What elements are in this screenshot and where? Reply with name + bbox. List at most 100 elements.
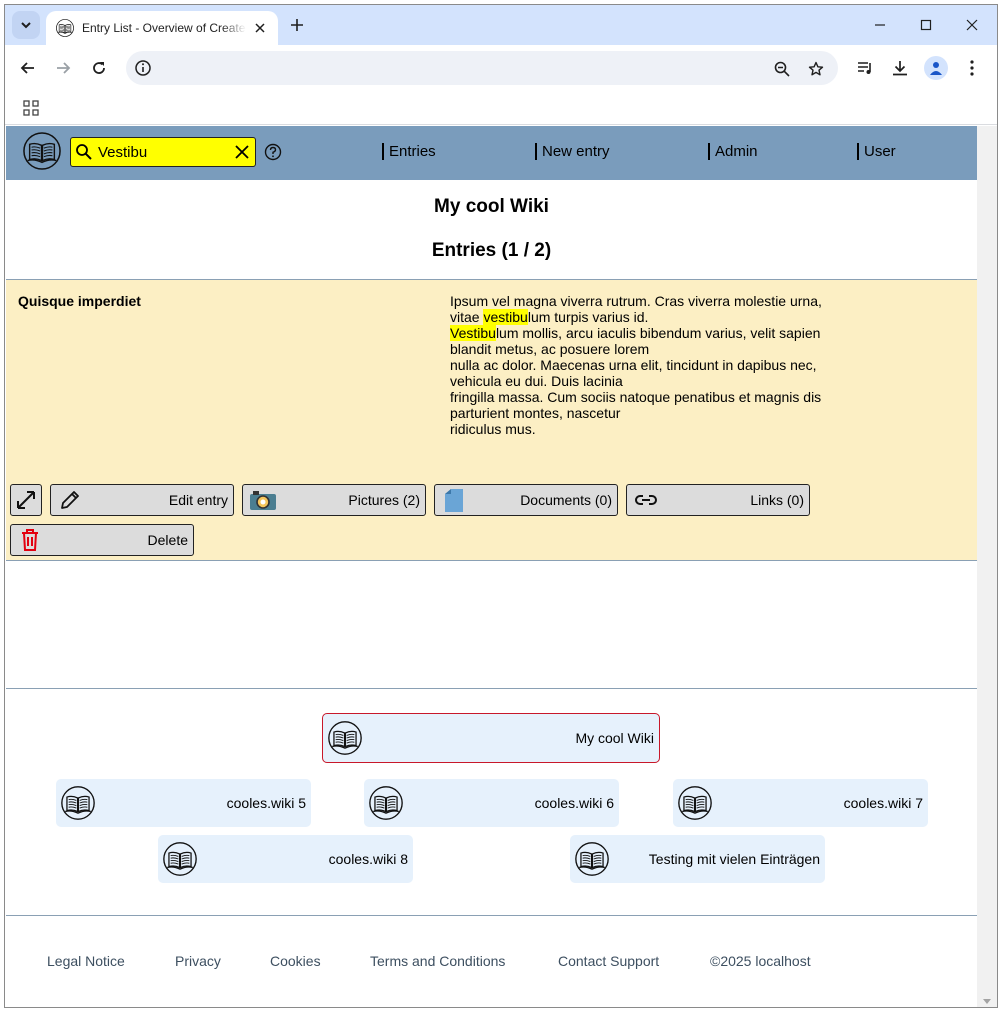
wiki-book-icon — [163, 842, 197, 876]
wiki-card[interactable]: cooles.wiki 5 — [56, 779, 311, 827]
back-button[interactable] — [13, 53, 43, 83]
page-scrollbar[interactable] — [977, 126, 997, 1007]
maximize-icon — [920, 19, 932, 31]
search-box — [70, 137, 256, 167]
minimize-button[interactable] — [857, 5, 903, 45]
site-info-icon[interactable] — [134, 59, 152, 77]
nav-entries[interactable]: Entries — [382, 143, 436, 160]
wiki-card[interactable]: cooles.wiki 6 — [364, 779, 619, 827]
delete-button[interactable]: Delete — [10, 524, 194, 556]
minimize-icon — [875, 24, 885, 26]
download-icon — [893, 61, 907, 76]
web-page: Entries New entry Admin User My cool Wik… — [6, 126, 977, 1007]
search-input[interactable] — [98, 142, 228, 162]
arrow-right-icon — [57, 62, 71, 74]
link-icon — [635, 495, 657, 505]
document-icon — [445, 489, 463, 512]
entry-card: Quisque imperdiet Ipsum vel magna viverr… — [6, 279, 977, 561]
pictures-button[interactable]: Pictures (2) — [242, 484, 426, 516]
downloads-button[interactable] — [888, 56, 912, 80]
new-tab-button[interactable] — [285, 13, 309, 37]
documents-label: Documents (0) — [520, 492, 612, 508]
wiki-book-icon — [61, 786, 95, 820]
app-header: Entries New entry Admin User — [6, 126, 977, 180]
entry-text-line: parturient montes, nascetur — [450, 405, 621, 421]
menu-button[interactable] — [960, 56, 984, 80]
help-icon[interactable] — [264, 143, 282, 161]
tab-title: Entry List - Overview of Created Entries — [82, 21, 246, 35]
entry-text-line: Ipsum vel magna viverra rutrum. Cras viv… — [450, 293, 822, 309]
wiki-favicon-icon — [56, 19, 74, 37]
pictures-label: Pictures (2) — [348, 492, 420, 508]
entry-text-line: Vestibulum mollis, arcu iaculis bibendum… — [450, 325, 821, 341]
delete-label: Delete — [147, 532, 188, 548]
footer-cookies[interactable]: Cookies — [270, 953, 321, 969]
nav-admin[interactable]: Admin — [708, 143, 758, 160]
nav-user[interactable]: User — [857, 143, 896, 160]
search-highlight: Vestibu — [450, 325, 496, 341]
edit-entry-button[interactable]: Edit entry — [50, 484, 234, 516]
maximize-button[interactable] — [903, 5, 949, 45]
wiki-card[interactable]: cooles.wiki 7 — [673, 779, 928, 827]
clear-search-icon[interactable] — [233, 143, 251, 161]
pencil-icon — [61, 491, 79, 509]
reading-list-button[interactable] — [853, 56, 877, 80]
wiki-title: My cool Wiki — [434, 196, 549, 217]
profile-avatar-icon — [930, 62, 942, 75]
bookmark-button[interactable] — [806, 59, 826, 79]
entry-text-line: vitae vestibulum turpis varius id. — [450, 309, 649, 325]
entry-text-line: vehicula eu dui. Duis lacinia — [450, 373, 623, 389]
tab-close-icon[interactable] — [252, 20, 268, 36]
footer-contact-support[interactable]: Contact Support — [558, 953, 659, 969]
expand-icon — [17, 491, 35, 509]
links-button[interactable]: Links (0) — [626, 484, 810, 516]
wiki-card-current[interactable]: My cool Wiki — [322, 713, 660, 763]
scroll-down-arrow-icon[interactable] — [983, 999, 991, 1004]
links-label: Links (0) — [750, 492, 804, 508]
section-divider — [6, 688, 977, 689]
wiki-card-label: cooles.wiki 5 — [226, 795, 306, 811]
edit-entry-label: Edit entry — [168, 492, 228, 508]
reload-button[interactable] — [84, 53, 114, 83]
playlist-icon — [858, 62, 871, 74]
reload-icon — [93, 62, 105, 74]
wiki-card-label: My cool Wiki — [575, 730, 654, 746]
tab-search-button[interactable] — [12, 11, 40, 39]
wiki-card-label: cooles.wiki 6 — [534, 795, 614, 811]
camera-icon — [250, 491, 276, 510]
address-bar[interactable] — [126, 51, 838, 85]
apps-grid-icon[interactable] — [23, 100, 39, 116]
trash-icon — [22, 529, 38, 551]
entry-title[interactable]: Quisque imperdiet — [18, 293, 141, 309]
wiki-logo-icon[interactable] — [23, 132, 61, 170]
entry-preview-text: Ipsum vel magna viverra rutrum. Cras viv… — [450, 293, 850, 437]
wiki-card[interactable]: cooles.wiki 8 — [158, 835, 413, 883]
more-vertical-icon — [970, 60, 974, 76]
zoom-button[interactable] — [772, 59, 792, 79]
wiki-book-icon — [328, 721, 362, 755]
browser-toolbar — [5, 45, 997, 91]
search-highlight: vestibu — [483, 309, 528, 325]
zoom-out-icon — [774, 61, 790, 77]
tab-strip: Entry List - Overview of Created Entries — [5, 5, 997, 45]
footer-legal-notice[interactable]: Legal Notice — [47, 953, 125, 969]
profile-button[interactable] — [924, 56, 948, 80]
wiki-book-icon — [369, 786, 403, 820]
wiki-book-icon — [575, 842, 609, 876]
expand-button[interactable] — [10, 484, 42, 516]
star-icon — [808, 61, 824, 76]
entries-heading: Entries (1 / 2) — [431, 240, 552, 261]
footer-divider — [6, 915, 977, 916]
documents-button[interactable]: Documents (0) — [434, 484, 618, 516]
close-window-button[interactable] — [949, 5, 995, 45]
footer-privacy[interactable]: Privacy — [175, 953, 221, 969]
nav-new-entry[interactable]: New entry — [535, 143, 610, 160]
forward-button[interactable] — [48, 53, 78, 83]
close-icon — [966, 19, 978, 31]
wiki-card-label: Testing mit vielen Einträgen — [648, 851, 820, 867]
search-icon — [76, 144, 92, 160]
active-tab[interactable]: Entry List - Overview of Created Entries — [46, 11, 278, 45]
wiki-card[interactable]: Testing mit vielen Einträgen — [570, 835, 825, 883]
footer-terms[interactable]: Terms and Conditions — [370, 953, 505, 969]
entry-text-line: ridiculus mus. — [450, 421, 536, 437]
